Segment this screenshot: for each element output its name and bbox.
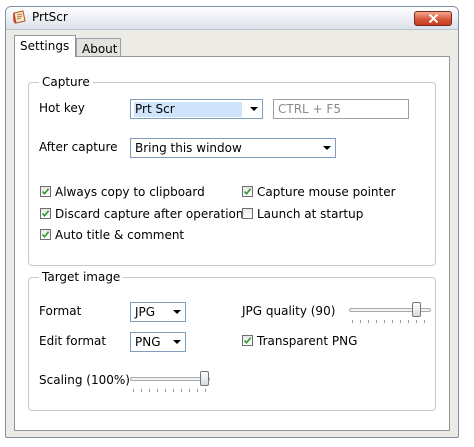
scaling-label: Scaling (100%) — [39, 373, 130, 387]
capture-group-title: Capture — [39, 75, 93, 89]
auto-title-label: Auto title & comment — [55, 228, 185, 242]
slider-ticks — [133, 389, 207, 392]
hotkey-select[interactable]: Prt Scr — [130, 99, 263, 119]
tab-about[interactable]: About — [76, 38, 121, 57]
always-copy-label: Always copy to clipboard — [55, 185, 205, 199]
capture-pointer-label: Capture mouse pointer — [257, 185, 396, 199]
after-capture-label: After capture — [39, 140, 118, 154]
slider-thumb[interactable] — [412, 302, 421, 317]
edit-format-select[interactable]: PNG — [130, 332, 186, 352]
tab-settings-label: Settings — [20, 39, 70, 53]
chevron-down-icon[interactable] — [173, 310, 181, 314]
slider-thumb[interactable] — [200, 371, 209, 386]
scaling-slider[interactable] — [130, 371, 210, 393]
target-image-group-title: Target image — [39, 270, 124, 284]
discard-after-label: Discard capture after operation — [55, 207, 244, 221]
checkmark-icon — [243, 188, 252, 196]
slider-track[interactable] — [130, 377, 210, 381]
app-window: PrtScr Settings About Capture Hot key Pr… — [5, 6, 459, 438]
chevron-down-icon[interactable] — [323, 146, 331, 150]
format-select[interactable]: JPG — [130, 302, 186, 322]
launch-startup-label: Launch at startup — [257, 207, 364, 221]
checkmark-icon — [41, 188, 50, 196]
close-button[interactable] — [414, 11, 452, 26]
hotkey-alt-input[interactable]: CTRL + F5 — [273, 99, 409, 119]
hotkey-select-value: Prt Scr — [134, 102, 242, 117]
settings-panel: Capture Hot key Prt Scr CTRL + F5 After … — [14, 56, 450, 431]
hotkey-label: Hot key — [39, 101, 85, 115]
edit-format-select-value: PNG — [135, 335, 161, 349]
window-title: PrtScr — [32, 10, 68, 24]
checkbox-box[interactable] — [40, 229, 51, 240]
after-capture-select-value: Bring this window — [135, 141, 242, 155]
checkbox-box[interactable] — [242, 335, 253, 346]
slider-ticks — [352, 320, 428, 323]
paper-scroll-icon — [12, 10, 27, 25]
after-capture-select[interactable]: Bring this window — [130, 138, 336, 158]
close-icon — [428, 14, 439, 23]
format-label: Format — [39, 304, 82, 318]
capture-group: Capture Hot key Prt Scr CTRL + F5 After … — [28, 75, 436, 266]
checkbox-box[interactable] — [242, 186, 253, 197]
target-image-group: Target image Format JPG JPG quality (90)… — [28, 270, 436, 411]
transparent-png-label: Transparent PNG — [257, 334, 358, 348]
checkbox-box[interactable] — [242, 208, 253, 219]
title-bar[interactable]: PrtScr — [6, 7, 458, 30]
checkbox-box[interactable] — [40, 208, 51, 219]
format-select-value: JPG — [135, 305, 156, 319]
chevron-down-icon[interactable] — [173, 340, 181, 344]
chevron-down-icon[interactable] — [250, 107, 258, 111]
tab-settings[interactable]: Settings — [14, 35, 76, 57]
checkmark-icon — [243, 337, 252, 345]
tab-about-label: About — [82, 42, 118, 56]
jpg-quality-slider[interactable] — [349, 302, 431, 324]
edit-format-label: Edit format — [39, 334, 107, 348]
jpg-quality-label: JPG quality (90) — [242, 304, 336, 318]
checkmark-icon — [41, 231, 50, 239]
checkbox-box[interactable] — [40, 186, 51, 197]
checkmark-icon — [41, 210, 50, 218]
